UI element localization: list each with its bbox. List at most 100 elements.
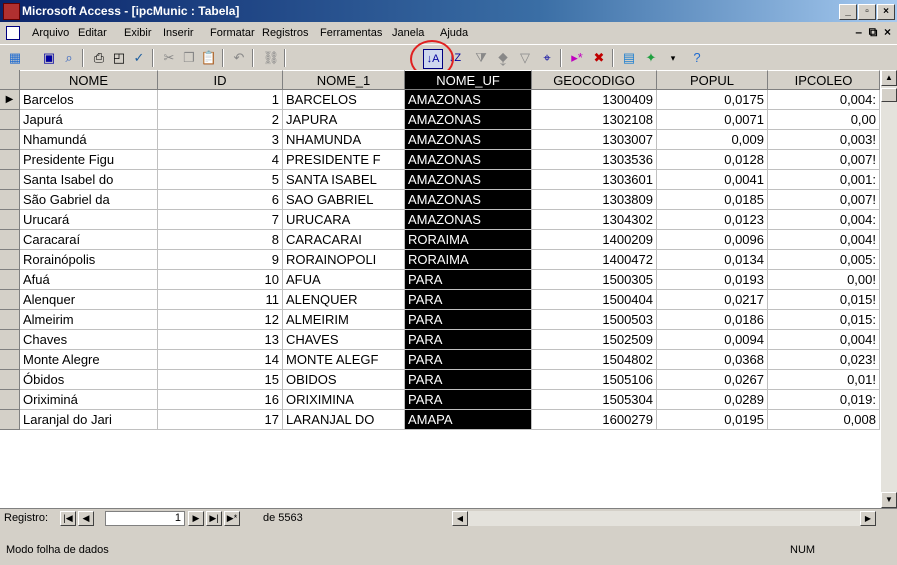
new-record-icon[interactable]: ▸* — [568, 49, 586, 67]
col-nome-cell[interactable]: Oriximiná — [20, 390, 158, 410]
col-id-cell[interactable]: 17 — [158, 410, 283, 430]
col-nome-1-cell[interactable]: NHAMUNDA — [283, 130, 405, 150]
apply-filter-icon[interactable]: ▽ — [516, 49, 534, 67]
col-popul-cell[interactable]: 0,0041 — [657, 170, 768, 190]
col-nome-uf-cell[interactable]: PARA — [405, 370, 532, 390]
col-nome-1-header[interactable]: NOME_1 — [283, 70, 405, 90]
col-ipcoleo-cell[interactable]: 0,00 — [768, 110, 880, 130]
col-nome-uf-cell[interactable]: PARA — [405, 350, 532, 370]
col-id-cell[interactable]: 11 — [158, 290, 283, 310]
row-selector[interactable] — [0, 230, 20, 250]
row-selector[interactable] — [0, 350, 20, 370]
col-nome-cell[interactable]: Santa Isabel do — [20, 170, 158, 190]
menu-exibir[interactable]: Exibir — [124, 27, 152, 39]
col-ipcoleo-cell[interactable]: 0,008 — [768, 410, 880, 430]
col-nome-uf-cell[interactable]: PARA — [405, 290, 532, 310]
col-nome-1-cell[interactable]: MONTE ALEGF — [283, 350, 405, 370]
scroll-right-button[interactable]: ▶ — [860, 511, 876, 526]
col-popul-cell[interactable]: 0,0185 — [657, 190, 768, 210]
row-selector[interactable] — [0, 330, 20, 350]
col-geocodigo-cell[interactable]: 1502509 — [532, 330, 657, 350]
previous-record-button[interactable]: ◀ — [78, 511, 94, 526]
col-nome-cell[interactable]: Chaves — [20, 330, 158, 350]
mdi-controls[interactable]: – ⧉ × — [855, 25, 891, 40]
col-nome-cell[interactable]: Japurá — [20, 110, 158, 130]
first-record-button[interactable]: |◀ — [60, 511, 76, 526]
col-ipcoleo-cell[interactable]: 0,001: — [768, 170, 880, 190]
col-geocodigo-cell[interactable]: 1505106 — [532, 370, 657, 390]
col-nome-uf-cell[interactable]: RORAIMA — [405, 250, 532, 270]
col-ipcoleo-cell[interactable]: 0,01! — [768, 370, 880, 390]
col-nome-uf-cell[interactable]: PARA — [405, 390, 532, 410]
col-nome-cell[interactable]: Barcelos — [20, 90, 158, 110]
row-selector[interactable] — [0, 290, 20, 310]
col-ipcoleo-cell[interactable]: 0,015: — [768, 310, 880, 330]
col-nome-1-cell[interactable]: SAO GABRIEL — [283, 190, 405, 210]
col-nome-cell[interactable]: Nhamundá — [20, 130, 158, 150]
record-number-input[interactable]: 1 — [105, 511, 185, 526]
col-nome-cell[interactable]: Óbidos — [20, 370, 158, 390]
col-nome-cell[interactable]: Afuá — [20, 270, 158, 290]
col-geocodigo-cell[interactable]: 1504802 — [532, 350, 657, 370]
filter-selection-icon[interactable]: ⧩ — [472, 49, 490, 67]
col-nome-1-cell[interactable]: PRESIDENTE F — [283, 150, 405, 170]
col-ipcoleo-header[interactable]: IPCOLEO — [768, 70, 880, 90]
scroll-up-button[interactable]: ▲ — [881, 70, 897, 86]
col-nome-uf-cell[interactable]: RORAIMA — [405, 230, 532, 250]
col-geocodigo-cell[interactable]: 1303601 — [532, 170, 657, 190]
col-nome-uf-cell[interactable]: PARA — [405, 330, 532, 350]
col-popul-cell[interactable]: 0,0134 — [657, 250, 768, 270]
col-nome-1-cell[interactable]: CHAVES — [283, 330, 405, 350]
col-ipcoleo-cell[interactable]: 0,004: — [768, 210, 880, 230]
row-selector[interactable] — [0, 270, 20, 290]
col-nome-cell[interactable]: Alenquer — [20, 290, 158, 310]
col-geocodigo-cell[interactable]: 1304302 — [532, 210, 657, 230]
col-ipcoleo-cell[interactable]: 0,004: — [768, 90, 880, 110]
col-geocodigo-cell[interactable]: 1505304 — [532, 390, 657, 410]
col-nome-1-cell[interactable]: SANTA ISABEL — [283, 170, 405, 190]
col-nome-1-cell[interactable]: URUCARA — [283, 210, 405, 230]
row-selector[interactable] — [0, 130, 20, 150]
col-ipcoleo-cell[interactable]: 0,005: — [768, 250, 880, 270]
col-nome-cell[interactable]: Urucará — [20, 210, 158, 230]
col-nome-1-cell[interactable]: AFUA — [283, 270, 405, 290]
col-geocodigo-cell[interactable]: 1303007 — [532, 130, 657, 150]
col-id-cell[interactable]: 13 — [158, 330, 283, 350]
col-ipcoleo-cell[interactable]: 0,007! — [768, 190, 880, 210]
col-popul-cell[interactable]: 0,0123 — [657, 210, 768, 230]
cut-icon[interactable]: ✂ — [160, 49, 178, 67]
scroll-thumb[interactable] — [881, 88, 897, 102]
row-selector[interactable] — [0, 150, 20, 170]
col-id-cell[interactable]: 16 — [158, 390, 283, 410]
col-popul-cell[interactable]: 0,0217 — [657, 290, 768, 310]
delete-record-icon[interactable]: ✖ — [590, 49, 608, 67]
new-record-button[interactable]: ▶* — [224, 511, 240, 526]
col-nome-1-cell[interactable]: ORIXIMINA — [283, 390, 405, 410]
col-id-cell[interactable]: 6 — [158, 190, 283, 210]
col-nome-uf-cell[interactable]: AMAZONAS — [405, 110, 532, 130]
col-geocodigo-cell[interactable]: 1500404 — [532, 290, 657, 310]
col-nome-cell[interactable]: Caracaraí — [20, 230, 158, 250]
col-id-cell[interactable]: 14 — [158, 350, 283, 370]
col-popul-header[interactable]: POPUL — [657, 70, 768, 90]
row-selector[interactable] — [0, 210, 20, 230]
col-ipcoleo-cell[interactable]: 0,004! — [768, 230, 880, 250]
search-file-icon[interactable]: ⌕ — [60, 49, 78, 67]
col-nome-cell[interactable]: Almeirim — [20, 310, 158, 330]
print-preview-icon[interactable]: ◰ — [110, 49, 128, 67]
col-nome-uf-cell[interactable]: AMAZONAS — [405, 170, 532, 190]
col-id-cell[interactable]: 8 — [158, 230, 283, 250]
col-id-cell[interactable]: 2 — [158, 110, 283, 130]
spelling-icon[interactable]: ✓ — [130, 49, 148, 67]
select-all-corner[interactable] — [0, 70, 20, 90]
undo-icon[interactable]: ↶ — [230, 49, 248, 67]
row-selector[interactable] — [0, 310, 20, 330]
view-icon[interactable]: ▦ — [6, 49, 24, 67]
row-selector[interactable]: ▶ — [0, 90, 20, 110]
col-geocodigo-cell[interactable]: 1303536 — [532, 150, 657, 170]
close-button[interactable]: × — [877, 4, 895, 20]
menu-inserir[interactable]: Inserir — [163, 27, 194, 39]
col-geocodigo-cell[interactable]: 1400209 — [532, 230, 657, 250]
horizontal-scrollbar[interactable]: ◀ ▶ — [452, 511, 876, 526]
col-nome-1-cell[interactable]: BARCELOS — [283, 90, 405, 110]
